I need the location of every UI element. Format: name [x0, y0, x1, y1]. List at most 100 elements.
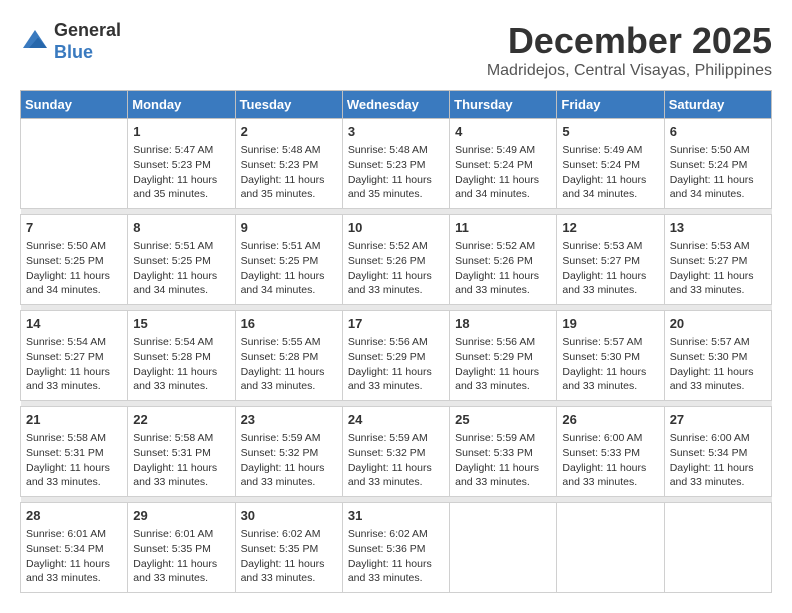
daylight-text: Daylight: 11 hours and 33 minutes.: [26, 462, 110, 489]
day-number: 19: [562, 315, 658, 333]
daylight-text: Daylight: 11 hours and 33 minutes.: [348, 270, 432, 297]
day-number: 14: [26, 315, 122, 333]
sunrise-text: Sunrise: 5:53 AM: [670, 240, 750, 252]
sunrise-text: Sunrise: 6:01 AM: [133, 528, 213, 540]
sunrise-text: Sunrise: 5:54 AM: [26, 336, 106, 348]
calendar-header: SundayMondayTuesdayWednesdayThursdayFrid…: [21, 91, 772, 119]
sunrise-text: Sunrise: 5:51 AM: [241, 240, 321, 252]
sunrise-text: Sunrise: 5:52 AM: [348, 240, 428, 252]
sunrise-text: Sunrise: 5:59 AM: [348, 432, 428, 444]
weekday-header: Thursday: [450, 91, 557, 119]
sunrise-text: Sunrise: 6:02 AM: [241, 528, 321, 540]
sunset-text: Sunset: 5:25 PM: [26, 255, 104, 267]
daylight-text: Daylight: 11 hours and 33 minutes.: [241, 462, 325, 489]
sunset-text: Sunset: 5:29 PM: [455, 351, 533, 363]
calendar-cell: 26Sunrise: 6:00 AMSunset: 5:33 PMDayligh…: [557, 407, 664, 497]
sunset-text: Sunset: 5:31 PM: [26, 447, 104, 459]
calendar-cell: 11Sunrise: 5:52 AMSunset: 5:26 PMDayligh…: [450, 215, 557, 305]
sunset-text: Sunset: 5:32 PM: [348, 447, 426, 459]
day-number: 28: [26, 507, 122, 525]
day-number: 30: [241, 507, 337, 525]
sunset-text: Sunset: 5:25 PM: [133, 255, 211, 267]
header-row: SundayMondayTuesdayWednesdayThursdayFrid…: [21, 91, 772, 119]
sunset-text: Sunset: 5:27 PM: [670, 255, 748, 267]
daylight-text: Daylight: 11 hours and 33 minutes.: [670, 462, 754, 489]
sunset-text: Sunset: 5:34 PM: [670, 447, 748, 459]
daylight-text: Daylight: 11 hours and 34 minutes.: [670, 174, 754, 201]
day-number: 12: [562, 219, 658, 237]
calendar-cell: [664, 503, 771, 593]
weekday-header: Sunday: [21, 91, 128, 119]
daylight-text: Daylight: 11 hours and 33 minutes.: [455, 366, 539, 393]
calendar-cell: 30Sunrise: 6:02 AMSunset: 5:35 PMDayligh…: [235, 503, 342, 593]
daylight-text: Daylight: 11 hours and 34 minutes.: [26, 270, 110, 297]
sunset-text: Sunset: 5:31 PM: [133, 447, 211, 459]
day-number: 6: [670, 123, 766, 141]
day-number: 29: [133, 507, 229, 525]
sunrise-text: Sunrise: 6:02 AM: [348, 528, 428, 540]
day-number: 25: [455, 411, 551, 429]
sunset-text: Sunset: 5:34 PM: [26, 543, 104, 555]
calendar-cell: 7 Sunrise: 5:50 AM Sunset: 5:25 PM Daylight…: [21, 215, 128, 305]
daylight-text: Daylight: 11 hours and 33 minutes.: [133, 366, 217, 393]
sunrise-text: Sunrise: 5:50 AM: [26, 240, 106, 252]
calendar-cell: 12Sunrise: 5:53 AMSunset: 5:27 PMDayligh…: [557, 215, 664, 305]
weekday-header: Saturday: [664, 91, 771, 119]
day-number: 5: [562, 123, 658, 141]
weekday-header: Friday: [557, 91, 664, 119]
calendar-cell: 5Sunrise: 5:49 AMSunset: 5:24 PMDaylight…: [557, 119, 664, 209]
sunset-text: Sunset: 5:27 PM: [26, 351, 104, 363]
calendar-cell: 27Sunrise: 6:00 AMSunset: 5:34 PMDayligh…: [664, 407, 771, 497]
calendar-cell: [557, 503, 664, 593]
sunrise-text: Sunrise: 6:00 AM: [562, 432, 642, 444]
daylight-text: Daylight: 11 hours and 33 minutes.: [562, 366, 646, 393]
logo-text: General Blue: [54, 20, 121, 63]
daylight-text: Daylight: 11 hours and 33 minutes.: [241, 366, 325, 393]
calendar-cell: 14 Sunrise: 5:54 AM Sunset: 5:27 PM Dayligh…: [21, 311, 128, 401]
sunset-text: Sunset: 5:35 PM: [241, 543, 319, 555]
day-number: 7: [26, 219, 122, 237]
sunrise-text: Sunrise: 5:51 AM: [133, 240, 213, 252]
day-number: 26: [562, 411, 658, 429]
sunset-text: Sunset: 5:24 PM: [670, 159, 748, 171]
daylight-text: Daylight: 11 hours and 33 minutes.: [26, 366, 110, 393]
day-number: 18: [455, 315, 551, 333]
sunrise-text: Sunrise: 5:49 AM: [562, 144, 642, 156]
calendar-cell: 1Sunrise: 5:47 AMSunset: 5:23 PMDaylight…: [128, 119, 235, 209]
calendar-cell: 31Sunrise: 6:02 AMSunset: 5:36 PMDayligh…: [342, 503, 449, 593]
sunrise-text: Sunrise: 5:59 AM: [241, 432, 321, 444]
sunrise-text: Sunrise: 5:53 AM: [562, 240, 642, 252]
calendar-cell: 4Sunrise: 5:49 AMSunset: 5:24 PMDaylight…: [450, 119, 557, 209]
calendar-cell: 17Sunrise: 5:56 AMSunset: 5:29 PMDayligh…: [342, 311, 449, 401]
sunset-text: Sunset: 5:33 PM: [455, 447, 533, 459]
title-section: December 2025 Madridejos, Central Visaya…: [487, 20, 772, 80]
day-number: 15: [133, 315, 229, 333]
sunrise-text: Sunrise: 5:56 AM: [455, 336, 535, 348]
day-number: 27: [670, 411, 766, 429]
calendar-cell: 18 Sunrise: 5:56 AM Sunset: 5:29 PM Dayligh…: [450, 311, 557, 401]
daylight-text: Daylight: 11 hours and 35 minutes.: [241, 174, 325, 201]
sunset-text: Sunset: 5:30 PM: [670, 351, 748, 363]
day-number: 3: [348, 123, 444, 141]
calendar-week-row: 1Sunrise: 5:47 AMSunset: 5:23 PMDaylight…: [21, 119, 772, 209]
sunset-text: Sunset: 5:30 PM: [562, 351, 640, 363]
calendar-cell: 21Sunrise: 5:58 AMSunset: 5:31 PMDayligh…: [21, 407, 128, 497]
sunrise-text: Sunrise: 5:48 AM: [348, 144, 428, 156]
calendar-subtitle: Madridejos, Central Visayas, Philippines: [487, 62, 772, 80]
sunset-text: Sunset: 5:25 PM: [241, 255, 319, 267]
weekday-header: Monday: [128, 91, 235, 119]
day-number: 11: [455, 219, 551, 237]
daylight-text: Daylight: 11 hours and 33 minutes.: [562, 270, 646, 297]
calendar-cell: 13Sunrise: 5:53 AMSunset: 5:27 PMDayligh…: [664, 215, 771, 305]
sunrise-text: Sunrise: 5:50 AM: [670, 144, 750, 156]
calendar-cell: 8Sunrise: 5:51 AMSunset: 5:25 PMDaylight…: [128, 215, 235, 305]
day-number: 21: [26, 411, 122, 429]
sunset-text: Sunset: 5:26 PM: [348, 255, 426, 267]
day-number: 20: [670, 315, 766, 333]
day-number: 8: [133, 219, 229, 237]
sunrise-text: Sunrise: 5:54 AM: [133, 336, 213, 348]
calendar-body: 1Sunrise: 5:47 AMSunset: 5:23 PMDaylight…: [21, 119, 772, 593]
calendar-cell: 28Sunrise: 6:01 AMSunset: 5:34 PMDayligh…: [21, 503, 128, 593]
day-number: 23: [241, 411, 337, 429]
day-number: 2: [241, 123, 337, 141]
